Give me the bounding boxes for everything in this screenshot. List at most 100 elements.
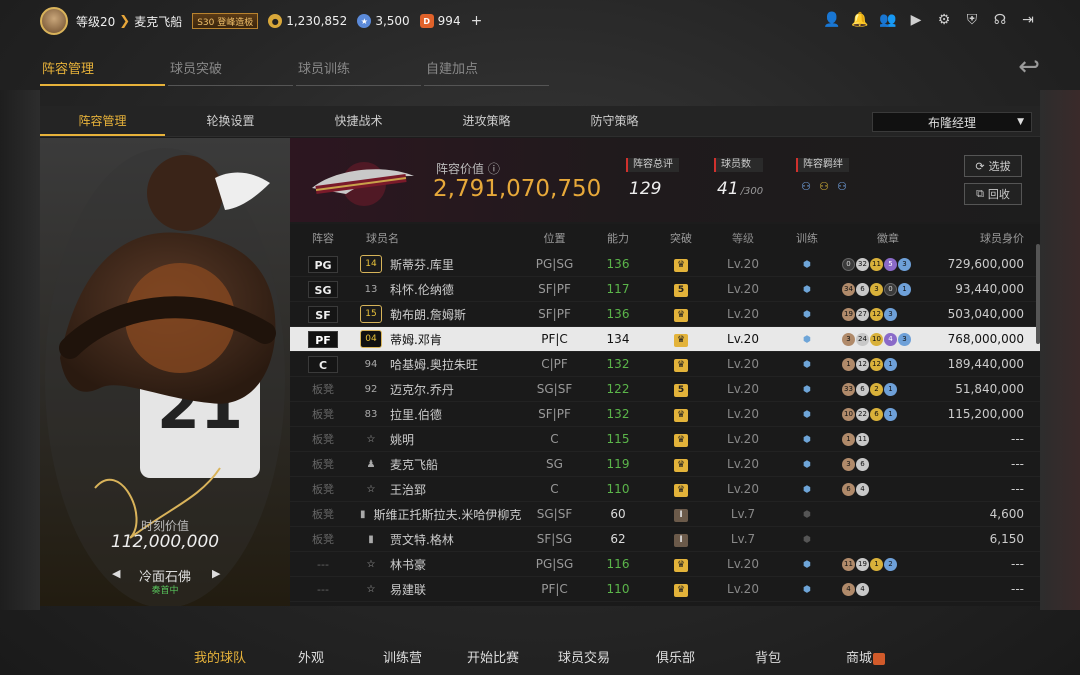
nav-club[interactable]: 俱乐部 (656, 647, 695, 666)
badge-chip[interactable]: 3 (898, 257, 911, 271)
table-row[interactable]: --- ☆ 易建联 PF|C 110 ♛ Lv.20 ⬢ 4 4 --- (290, 577, 1040, 602)
badge-chip[interactable]: 33 (842, 382, 855, 396)
badge-chip[interactable]: 4 (884, 332, 897, 346)
breakthrough-cell[interactable]: ♛ (648, 481, 714, 497)
nav-shop[interactable]: 商城 (846, 647, 886, 666)
tab-training[interactable]: 球员训练 (296, 55, 421, 86)
badge-chip[interactable]: 10 (870, 332, 883, 346)
profile-icon[interactable]: 👤 (823, 12, 840, 28)
lineup-position[interactable]: SF (290, 305, 356, 323)
breakthrough-cell[interactable]: ♛ (648, 456, 714, 472)
breakthrough-cell[interactable]: ♛ (648, 331, 714, 347)
nav-bag[interactable]: 背包 (755, 647, 781, 666)
badge-chip[interactable]: 4 (856, 482, 869, 496)
lineup-position[interactable]: 板凳 (290, 456, 356, 472)
table-row[interactable]: --- ☆ 林书豪 PG|SG 116 ♛ Lv.20 ⬢ 11 19 1 2 --- (290, 552, 1040, 577)
breakthrough-cell[interactable]: ♛ (648, 431, 714, 447)
player-name-cell[interactable]: ▮ 斯维正托斯拉夫.米哈伊柳克 (356, 505, 521, 523)
training-cell[interactable]: ⬢ (772, 356, 842, 372)
badge-chip[interactable]: 1 (870, 557, 883, 571)
support-icon[interactable]: ☊ (992, 12, 1008, 28)
badge-chip[interactable]: 3 (870, 282, 883, 296)
badge-chip[interactable]: 3 (842, 457, 855, 471)
badge-chip[interactable]: 2 (884, 557, 897, 571)
training-cell[interactable]: ⬢ (772, 581, 842, 597)
badge-chip[interactable]: 1 (842, 432, 855, 446)
header-value[interactable]: 球员身价 (934, 230, 1030, 246)
badge-chip[interactable]: 5 (884, 257, 897, 271)
subtab-offense[interactable]: 进攻策略 (424, 106, 549, 136)
training-cell[interactable]: ⬢ (772, 481, 842, 497)
header-ability[interactable]: 能力 (588, 230, 648, 246)
season-badge[interactable]: S30 登峰造极 (192, 13, 259, 29)
header-position[interactable]: 位置 (521, 230, 588, 246)
badge-chip[interactable]: 3 (884, 307, 897, 321)
table-row[interactable]: SG 13 科怀.伦纳德 SF|PF 117 5 Lv.20 ⬢ 34 6 3 0 1 93,440,00… (290, 277, 1040, 302)
next-arrow-icon[interactable]: ▶ (212, 567, 220, 580)
player-name-cell[interactable]: ☆ 姚明 (356, 430, 521, 448)
badge-chip[interactable]: 1 (884, 407, 897, 421)
avatar[interactable] (40, 7, 68, 35)
table-row[interactable]: 板凳 ☆ 姚明 C 115 ♛ Lv.20 ⬢ 1 11 --- (290, 427, 1040, 452)
breakthrough-cell[interactable]: ♛ (648, 356, 714, 372)
recycle-button[interactable]: ⧉ 回收 (964, 183, 1022, 205)
training-cell[interactable]: ⬢ (772, 406, 842, 422)
badge-chip[interactable]: 6 (856, 457, 869, 471)
badge-chip[interactable]: 24 (856, 332, 869, 346)
table-row[interactable]: 板凳 ♟ 麦克飞船 SG 119 ♛ Lv.20 ⬢ 3 6 --- (290, 452, 1040, 477)
back-arrow-icon[interactable]: ↩ (1018, 52, 1040, 82)
breakthrough-cell[interactable]: ♛ (648, 581, 714, 597)
table-row[interactable]: 板凳 83 拉里.伯德 SF|PF 132 ♛ Lv.20 ⬢ 10 22 6 1 115,200,00… (290, 402, 1040, 427)
badge-chip[interactable]: 1 (884, 382, 897, 396)
player-name-cell[interactable]: ♟ 麦克飞船 (356, 455, 521, 473)
badge-chip[interactable]: 4 (856, 582, 869, 596)
breakthrough-cell[interactable]: ♛ (648, 556, 714, 572)
breakthrough-cell[interactable]: 5 (648, 281, 714, 297)
notification-icon[interactable]: 🔔 (851, 12, 868, 28)
training-cell[interactable]: ⬢ (772, 306, 842, 322)
nav-trade[interactable]: 球员交易 (558, 647, 610, 666)
video-icon[interactable]: ▶ (908, 12, 924, 28)
nav-start-game[interactable]: 开始比赛 (467, 647, 519, 666)
breakthrough-cell[interactable]: ♛ (648, 406, 714, 422)
training-cell[interactable]: ⬢ (772, 381, 842, 397)
badge-chip[interactable]: 32 (856, 257, 869, 271)
add-currency-button[interactable]: + (471, 13, 483, 29)
badge-chip[interactable]: 27 (856, 307, 869, 321)
bond-icon[interactable]: ⚇ (835, 179, 849, 193)
badge-chip[interactable]: 12 (870, 357, 883, 371)
player-name-cell[interactable]: ☆ 易建联 (356, 580, 521, 598)
breakthrough-cell[interactable]: ♛ (648, 306, 714, 322)
badge-chip[interactable]: 6 (842, 482, 855, 496)
badge-chip[interactable]: 4 (842, 582, 855, 596)
header-breakthrough[interactable]: 突破 (648, 230, 714, 246)
bond-icon[interactable]: ⚇ (799, 179, 813, 193)
badge-chip[interactable]: 2 (870, 382, 883, 396)
tab-custom-points[interactable]: 自建加点 (424, 55, 549, 86)
training-cell[interactable]: ⬢ (772, 431, 842, 447)
table-row[interactable]: SF 15 勒布朗.詹姆斯 SF|PF 136 ♛ Lv.20 ⬢ 19 27 12 3 503,040… (290, 302, 1040, 327)
table-row[interactable]: 板凳 ▮ 贾文特.格林 SF|SG 62 I Lv.7 ⬢ 6,150 (290, 527, 1040, 552)
badge-chip[interactable]: 22 (856, 407, 869, 421)
nav-training-camp[interactable]: 训练营 (383, 647, 422, 666)
badge-chip[interactable]: 6 (856, 382, 869, 396)
breakthrough-cell[interactable]: ♛ (648, 256, 714, 272)
training-cell[interactable]: ⬢ (772, 331, 842, 347)
training-cell[interactable]: ⬢ (772, 456, 842, 472)
badge-chip[interactable]: 11 (870, 257, 883, 271)
badge-chip[interactable]: 1 (842, 357, 855, 371)
table-row[interactable]: C 94 哈基姆.奥拉朱旺 C|PF 132 ♛ Lv.20 ⬢ 1 12 12 1 189,440,0… (290, 352, 1040, 377)
player-name-cell[interactable]: 92 迈克尔.乔丹 (356, 380, 521, 398)
nav-appearance[interactable]: 外观 (298, 647, 324, 666)
lineup-position[interactable]: --- (290, 557, 356, 571)
lineup-position[interactable]: 板凳 (290, 531, 356, 547)
bond-icon[interactable]: ⚇ (817, 179, 831, 193)
breakthrough-cell[interactable]: I (648, 531, 714, 547)
subtab-defense[interactable]: 防守策略 (552, 106, 677, 136)
lineup-position[interactable]: SG (290, 280, 356, 298)
manager-select[interactable]: 布隆经理 ▼ (872, 112, 1032, 132)
badge-chip[interactable]: 0 (842, 257, 855, 271)
nav-my-team[interactable]: 我的球队 (194, 647, 246, 666)
training-cell[interactable]: ⬢ (772, 531, 842, 547)
subtab-lineup[interactable]: 阵容管理 (40, 106, 165, 136)
